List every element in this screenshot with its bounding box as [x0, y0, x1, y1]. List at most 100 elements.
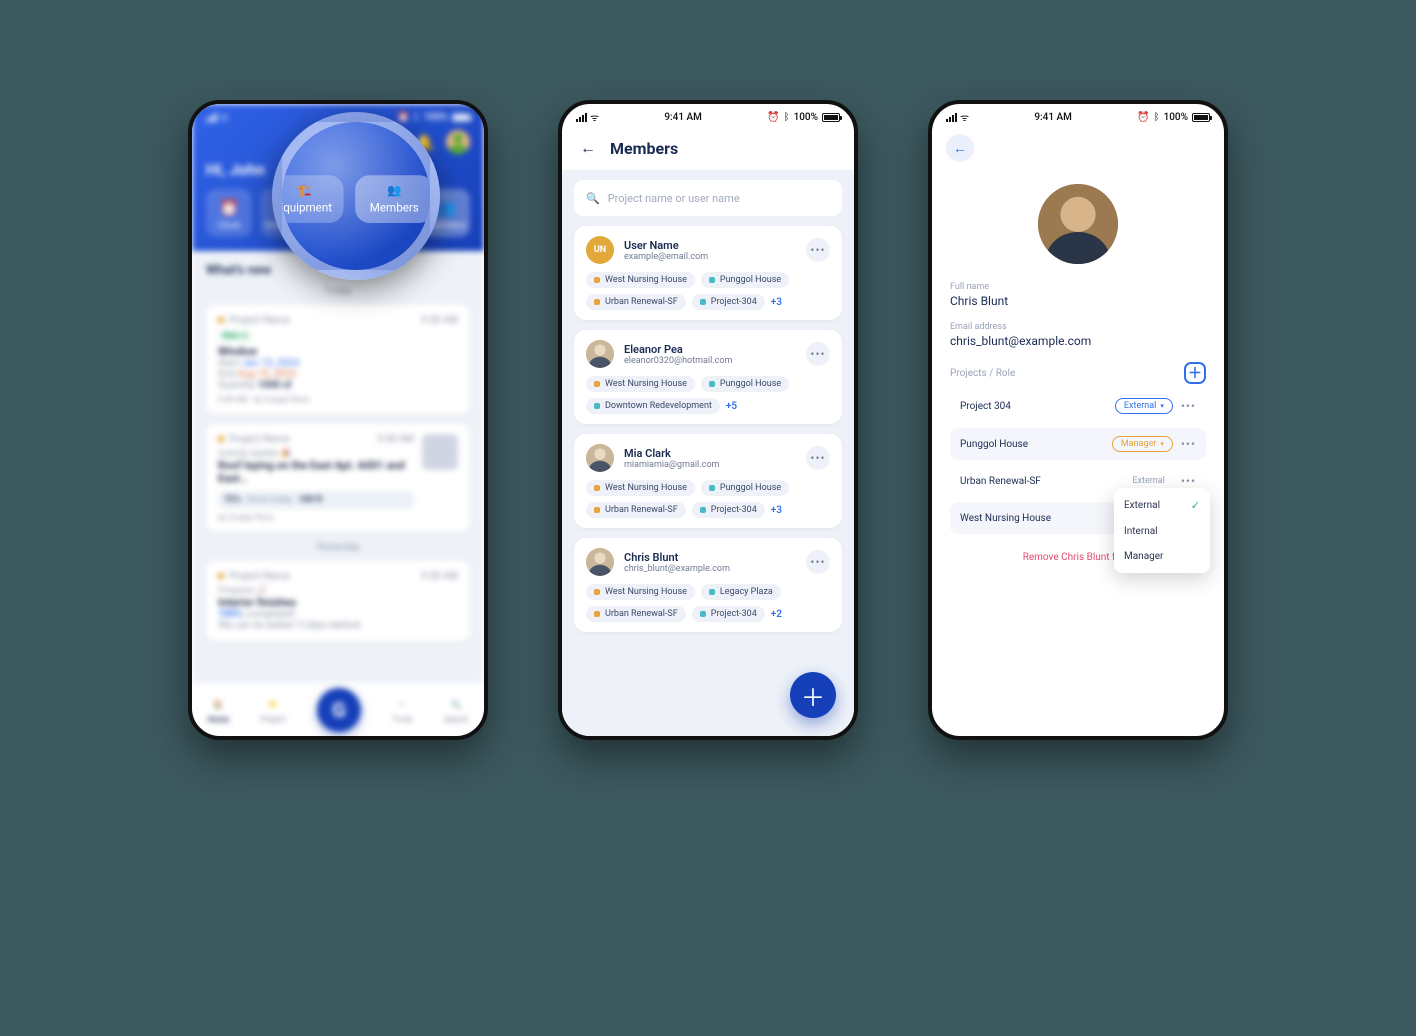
project-tag[interactable]: West Nursing House: [586, 480, 695, 496]
new-badge: New ●: [218, 330, 252, 341]
page-title: Members: [610, 139, 678, 158]
bluetooth-icon: ᛒ: [1154, 112, 1160, 123]
member-card[interactable]: Mia Clark miamiamia@gmail.com ••• West N…: [574, 434, 842, 528]
project-tag[interactable]: West Nursing House: [586, 584, 695, 600]
member-more-button[interactable]: •••: [806, 342, 830, 366]
project-tag[interactable]: Punggol House: [701, 272, 789, 288]
home-icon: 🏠: [209, 695, 227, 713]
day-today: Today: [206, 286, 470, 297]
alarm-icon: ⏰: [767, 112, 779, 123]
member-email: example@email.com: [624, 252, 708, 262]
project-tag[interactable]: Urban Renewal-SF: [586, 502, 686, 518]
day-yesterday: Yesterday: [206, 542, 470, 553]
feed-title: Window: [218, 345, 257, 358]
project-name: Urban Renewal-SF: [960, 476, 1041, 487]
projects-role-label: Projects / Role: [950, 368, 1015, 379]
project-tag[interactable]: Legacy Plaza: [701, 584, 781, 600]
project-name: Punggol House: [960, 439, 1028, 450]
member-avatar: UN: [586, 236, 614, 264]
member-name: Mia Clark: [624, 447, 719, 460]
zoom-chip-equipment: 🏗️Equipment: [272, 175, 344, 223]
feed-card[interactable]: Project Name9:38 AM Progress 📈 Interior …: [206, 561, 470, 641]
thumb-image: [422, 434, 458, 470]
dropdown-option[interactable]: Manager: [1114, 544, 1210, 569]
project-tag[interactable]: Urban Renewal-SF: [586, 606, 686, 622]
project-tag[interactable]: Downtown Redevelopment: [586, 398, 720, 414]
search-placeholder: Project name or user name: [608, 192, 740, 205]
member-email: chris_blunt@example.com: [624, 564, 730, 574]
member-more-button[interactable]: •••: [806, 238, 830, 262]
alarm-icon: ⏰: [1137, 112, 1149, 123]
row-more-button[interactable]: •••: [1181, 474, 1196, 488]
role-selector[interactable]: Manager ▾: [1112, 436, 1173, 452]
search-icon: 🔍: [447, 695, 465, 713]
member-name: Eleanor Pea: [624, 343, 732, 356]
project-name: West Nursing House: [960, 513, 1051, 524]
more-tags-count[interactable]: +5: [726, 401, 737, 412]
bluetooth-icon: ᛒ: [414, 112, 420, 123]
back-button[interactable]: ←: [946, 134, 974, 162]
clock-icon: ⏰: [219, 197, 239, 217]
chip-clock[interactable]: ⏰Clock: [206, 189, 252, 237]
project-tag[interactable]: Punggol House: [701, 480, 789, 496]
project-tag[interactable]: Punggol House: [701, 376, 789, 392]
project-tag[interactable]: West Nursing House: [586, 376, 695, 392]
feed-card[interactable]: Project Name9:38 AM New ● Window Start J…: [206, 305, 470, 414]
nav-home[interactable]: 🏠Home: [208, 695, 229, 724]
member-more-button[interactable]: •••: [806, 550, 830, 574]
member-avatar: [586, 340, 614, 368]
bluetooth-icon: ᛒ: [784, 112, 790, 123]
member-card[interactable]: UN User Name example@email.com ••• West …: [574, 226, 842, 320]
add-member-fab[interactable]: ＋: [790, 672, 836, 718]
back-button[interactable]: ←: [576, 136, 600, 160]
check-icon: ✓: [1191, 499, 1200, 512]
nav-search[interactable]: 🔍Search: [444, 695, 469, 724]
member-card[interactable]: Chris Blunt chris_blunt@example.com ••• …: [574, 538, 842, 632]
dropdown-option[interactable]: Internal: [1114, 519, 1210, 544]
role-dropdown: External✓InternalManager: [1114, 488, 1210, 573]
more-tags-count[interactable]: +3: [771, 505, 782, 516]
zoom-chip-members: 👥Members: [355, 175, 433, 223]
project-tag[interactable]: Project-304: [692, 606, 765, 622]
status-bar: ᯤ 9:41 AM ⏰ᛒ100%: [932, 104, 1224, 130]
members-list: UN User Name example@email.com ••• West …: [574, 226, 842, 632]
nav-todo[interactable]: ✓To-do: [392, 695, 412, 724]
add-project-button[interactable]: ＋: [1184, 362, 1206, 384]
todo-icon: ✓: [393, 695, 411, 713]
feed-card[interactable]: Project Name9:38 AM Activity Update 🎉 Ro…: [206, 424, 470, 532]
role-selector[interactable]: External: [1124, 474, 1172, 488]
more-tags-count[interactable]: +3: [771, 297, 782, 308]
member-name: User Name: [624, 239, 708, 252]
project-tag[interactable]: Project-304: [692, 294, 765, 310]
member-detail-screen: ᯤ 9:41 AM ⏰ᛒ100% ← Full name Chris Blunt…: [928, 100, 1228, 740]
nav-project[interactable]: 📁Project: [260, 695, 285, 724]
project-tag[interactable]: Urban Renewal-SF: [586, 294, 686, 310]
member-email: eleanor0320@hotmail.com: [624, 356, 732, 366]
full-name-label: Full name: [950, 282, 1206, 292]
search-icon: 🔍: [586, 192, 600, 205]
member-avatar: [586, 444, 614, 472]
wifi-icon: ᯤ: [590, 110, 599, 124]
project-tag[interactable]: West Nursing House: [586, 272, 695, 288]
dropdown-option[interactable]: External✓: [1114, 492, 1210, 519]
nav-center-button[interactable]: G: [317, 688, 361, 732]
more-tags-count[interactable]: +2: [771, 609, 782, 620]
email-value: chris_blunt@example.com: [950, 334, 1206, 348]
search-input[interactable]: 🔍 Project name or user name: [574, 180, 842, 216]
member-email: miamiamia@gmail.com: [624, 460, 719, 470]
role-selector[interactable]: External ▾: [1115, 398, 1173, 414]
avatar[interactable]: [446, 130, 470, 154]
member-more-button[interactable]: •••: [806, 446, 830, 470]
row-more-button[interactable]: •••: [1181, 437, 1196, 451]
row-more-button[interactable]: •••: [1181, 399, 1196, 413]
bottom-nav: 🏠Home 📁Project G ✓To-do 🔍Search: [192, 682, 484, 736]
chevron-down-icon: ▾: [1160, 402, 1164, 410]
wifi-icon: ᯤ: [960, 110, 969, 124]
email-label: Email address: [950, 322, 1206, 332]
chevron-down-icon: ▾: [1160, 440, 1164, 448]
project-tag[interactable]: Project-304: [692, 502, 765, 518]
member-card[interactable]: Eleanor Pea eleanor0320@hotmail.com ••• …: [574, 330, 842, 424]
zoom-overlay: 🏗️Equipment 👥Members: [272, 112, 440, 280]
member-name: Chris Blunt: [624, 551, 730, 564]
member-avatar: [1038, 184, 1118, 264]
